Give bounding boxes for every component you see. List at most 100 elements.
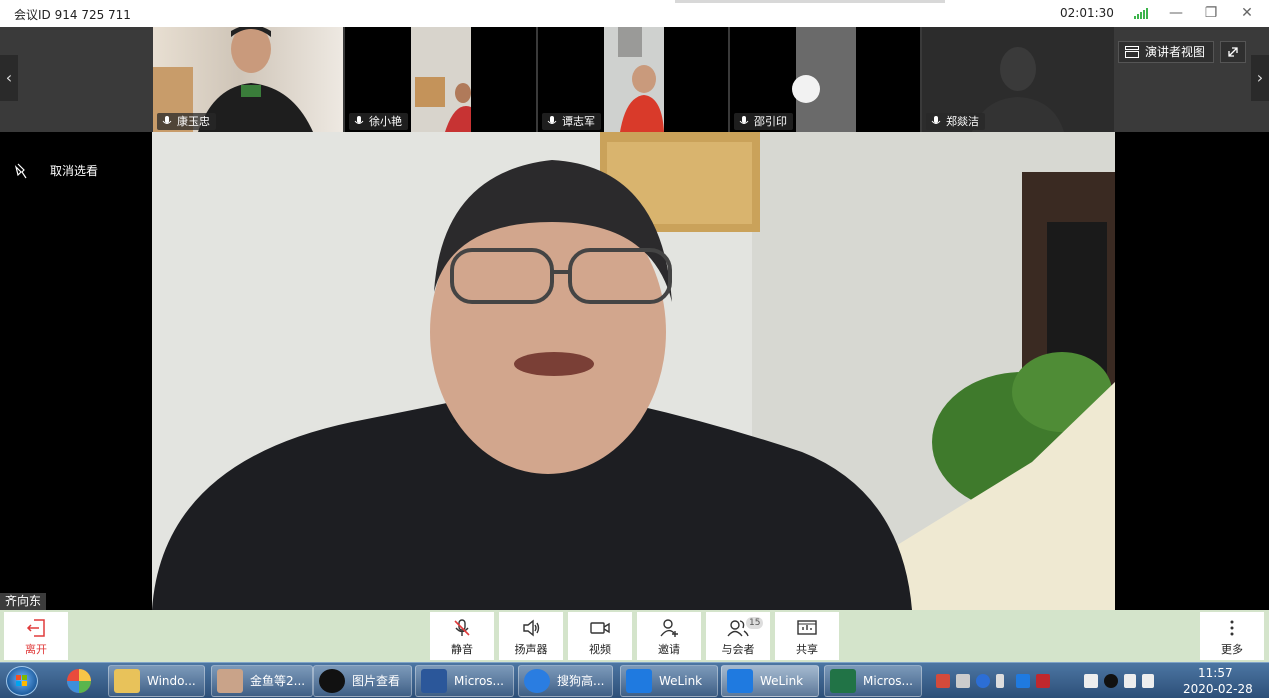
speaker-video (152, 132, 1115, 610)
meeting-id: 会议ID 914 725 711 (14, 8, 131, 22)
more-label: 更多 (1221, 643, 1243, 656)
speaker-label: 扬声器 (514, 643, 548, 656)
welink-icon (626, 669, 652, 693)
excel-icon (830, 669, 856, 693)
taskbar-item-explorer[interactable]: Windo... (108, 665, 205, 697)
acrobat-tray-icon[interactable] (1036, 674, 1050, 688)
participants-label: 与会者 (721, 643, 755, 656)
participant-name: 邵引印 (754, 115, 787, 128)
keyboard-tray-icon[interactable] (956, 674, 970, 688)
close-button[interactable]: ✕ (1237, 4, 1257, 22)
word-icon (421, 669, 447, 693)
mute-label: 静音 (451, 643, 473, 656)
participant-name-tag: 康玉忠 (157, 113, 216, 130)
microphone-icon (547, 116, 557, 124)
qq-tray-icon[interactable] (1104, 674, 1118, 688)
taskbar-item-welink[interactable]: WeLink (620, 665, 718, 697)
participants-button[interactable]: 15 与会者 (706, 612, 770, 660)
taskbar-item-chat[interactable]: 金鱼等2... (211, 665, 313, 697)
microphone-icon (162, 116, 172, 124)
network-tray-icon[interactable] (1124, 674, 1136, 688)
participant-name-tag: 谭志军 (542, 113, 601, 130)
windows-logo-icon (16, 675, 27, 686)
participant-name-tag: 邵引印 (734, 113, 793, 130)
participant-tile[interactable]: 康玉忠 (153, 27, 343, 132)
more-vertical-icon (1230, 620, 1234, 636)
camera-icon (590, 622, 610, 634)
participant-name-tag: 郑燚洁 (926, 113, 985, 130)
microphone-icon (931, 116, 941, 124)
pdf-tray-icon[interactable] (936, 674, 950, 688)
share-screen-icon (797, 620, 817, 635)
participant-name: 谭志军 (562, 115, 595, 128)
microphone-icon (739, 116, 749, 124)
microphone-icon (354, 116, 364, 124)
clock-time[interactable]: 11:57 (1198, 666, 1233, 680)
participant-tile[interactable]: 徐小艳 (345, 27, 536, 132)
strip-next-button[interactable]: › (1251, 55, 1269, 101)
share-label: 共享 (796, 643, 818, 656)
exit-icon (26, 619, 45, 637)
fullscreen-button[interactable] (1220, 41, 1246, 63)
taskbar-item-word[interactable]: Micros... (415, 665, 514, 697)
taskbar-item-welink-active[interactable]: WeLink (721, 665, 819, 697)
unpin-label: 取消选看 (50, 164, 99, 178)
start-button[interactable] (6, 666, 38, 696)
leave-button[interactable]: 离开 (4, 612, 68, 660)
unpin-view-button[interactable]: 取消选看 (14, 162, 98, 179)
taskbar-item-label: Micros... (863, 674, 913, 688)
usb-tray-icon[interactable] (996, 674, 1004, 688)
participant-name: 郑燚洁 (946, 115, 979, 128)
taskbar-item-label: Micros... (454, 674, 504, 688)
clock-date[interactable]: 2020-02-28 (1183, 682, 1253, 696)
unpin-icon (14, 163, 27, 178)
microphone-muted-icon (454, 619, 470, 636)
participant-tile[interactable]: 邵引印 (730, 27, 920, 132)
presenter-view-button[interactable]: 演讲者视图 (1118, 41, 1215, 63)
title-bar: 会议ID 914 725 711 02:01:30 — ❐ ✕ (0, 0, 1269, 27)
participant-name: 康玉忠 (177, 115, 210, 128)
add-user-icon (660, 619, 678, 637)
speaker-button[interactable]: 扬声器 (499, 612, 563, 660)
taskbar-item-sogou[interactable]: 搜狗高... (518, 665, 613, 697)
meeting-toolbar: 离开 静音 扬声器 视频 邀请 15 与会者 共享 更多 (0, 610, 1269, 662)
avatar-icon (217, 669, 243, 693)
participant-tile[interactable]: 郑燚洁 (922, 27, 1114, 132)
invite-button[interactable]: 邀请 (637, 612, 701, 660)
welink-tray-icon[interactable] (1016, 674, 1030, 688)
speaker-name-tag: 齐向东 (0, 593, 47, 610)
video-label: 视频 (589, 643, 611, 656)
minimize-button[interactable]: — (1166, 4, 1186, 22)
clipboard-tray-icon[interactable] (1084, 674, 1098, 688)
taskbar-item-label: 图片查看 (352, 674, 401, 688)
restore-button[interactable]: ❐ (1201, 4, 1221, 22)
windows-taskbar: Windo... 金鱼等2... 图片查看 Micros... 搜狗高... W… (0, 662, 1269, 698)
help-tray-icon[interactable] (976, 674, 990, 688)
main-video[interactable] (152, 132, 1115, 610)
presenter-view-icon (1125, 46, 1139, 58)
taskbar-item-image-viewer[interactable]: 图片查看 (313, 665, 412, 697)
video-button[interactable]: 视频 (568, 612, 632, 660)
mute-button[interactable]: 静音 (430, 612, 494, 660)
participants-count-badge: 15 (746, 617, 764, 629)
pinned-app-button[interactable] (62, 666, 96, 696)
participant-tile[interactable]: 谭志军 (538, 27, 728, 132)
taskbar-item-label: 金鱼等2... (250, 674, 306, 688)
color-wheel-icon (67, 669, 91, 693)
participant-name-tag: 徐小艳 (349, 113, 408, 130)
taskbar-item-excel[interactable]: Micros... (824, 665, 922, 697)
sogou-icon (524, 669, 550, 693)
more-button[interactable]: 更多 (1200, 612, 1264, 660)
overlay-edge (675, 0, 945, 3)
leave-label: 离开 (25, 643, 47, 656)
volume-tray-icon[interactable] (1142, 674, 1154, 688)
strip-prev-button[interactable]: ‹ (0, 55, 18, 101)
invite-label: 邀请 (658, 643, 680, 656)
meeting-timer: 02:01:30 (1060, 6, 1114, 20)
share-button[interactable]: 共享 (775, 612, 839, 660)
presenter-view-label: 演讲者视图 (1145, 45, 1206, 59)
welink-icon (727, 669, 753, 693)
taskbar-item-label: WeLink (659, 674, 703, 688)
participant-strip: ‹ 康玉忠 徐小艳 谭志军 邵引印 郑燚洁 演讲者视图 › (0, 27, 1269, 132)
speaker-icon (523, 619, 540, 637)
